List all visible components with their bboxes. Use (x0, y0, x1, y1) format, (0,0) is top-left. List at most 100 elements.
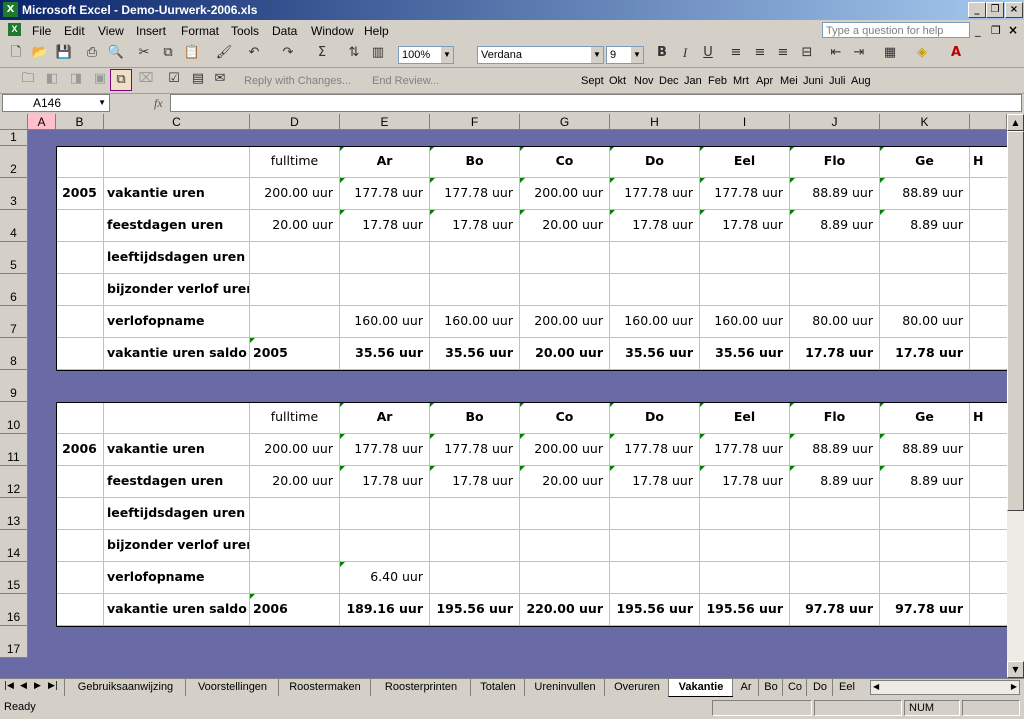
sheet-tab-ureninvullen[interactable]: Ureninvullen (524, 679, 605, 696)
help-search-input[interactable]: Type a question for help (822, 22, 970, 38)
autosum-icon[interactable]: Σ (312, 43, 332, 63)
show-comment-icon[interactable]: ▣ (90, 69, 110, 89)
cell[interactable]: 2005 (250, 338, 340, 370)
sheet-tab-ar[interactable]: Ar (732, 679, 759, 696)
cell[interactable] (340, 242, 430, 274)
cell[interactable] (56, 210, 104, 242)
cell[interactable] (430, 274, 520, 306)
zoom-select[interactable]: 100% ▼ (398, 46, 454, 64)
cell[interactable]: 177.78 uur (610, 434, 700, 466)
font-size-select[interactable]: 9 ▼ (606, 46, 644, 64)
sort-ascending-icon[interactable]: ⇅ (344, 43, 364, 63)
cell[interactable] (56, 402, 104, 434)
sheet-tab-gebruiksaanwijzing[interactable]: Gebruiksaanwijzing (64, 679, 186, 696)
cell[interactable]: 160.00 uur (340, 306, 430, 338)
cell[interactable]: 177.78 uur (700, 434, 790, 466)
align-center-icon[interactable]: ≡ (750, 43, 770, 63)
cell[interactable]: Flo (790, 402, 880, 434)
cell[interactable] (970, 498, 1007, 530)
cell[interactable]: Flo (790, 146, 880, 178)
cell[interactable]: verlofopname (104, 562, 250, 594)
cell[interactable]: 80.00 uur (790, 306, 880, 338)
col-header-g[interactable]: G (520, 114, 610, 130)
month-mei-button[interactable]: Mei (780, 75, 798, 87)
col-header-d[interactable]: D (250, 114, 340, 130)
cell[interactable]: 2006 (56, 434, 104, 466)
row-header-15[interactable]: 15 (0, 562, 28, 594)
cell[interactable]: 2005 (56, 178, 104, 210)
row-header-4[interactable]: 4 (0, 210, 28, 242)
borders-icon[interactable]: ▦ (880, 43, 900, 63)
cell[interactable] (610, 498, 700, 530)
cell[interactable]: 17.78 uur (430, 466, 520, 498)
increase-indent-icon[interactable]: ⇥ (849, 43, 869, 63)
cell[interactable]: 97.78 uur (880, 594, 970, 626)
cell[interactable]: 97.78 uur (790, 594, 880, 626)
cell[interactable]: vakantie uren (104, 178, 250, 210)
cell[interactable] (104, 146, 250, 178)
cell[interactable]: 35.56 uur (340, 338, 430, 370)
fill-color-icon[interactable]: ◈ (912, 43, 932, 63)
cell[interactable]: 195.56 uur (430, 594, 520, 626)
cell[interactable]: 177.78 uur (610, 178, 700, 210)
doc-close-button[interactable]: × (1008, 23, 1018, 37)
cell[interactable] (970, 210, 1007, 242)
cell[interactable] (880, 242, 970, 274)
row-header-12[interactable]: 12 (0, 466, 28, 498)
cell[interactable]: Co (520, 402, 610, 434)
cell[interactable] (610, 562, 700, 594)
cell[interactable]: 160.00 uur (610, 306, 700, 338)
cell[interactable] (880, 274, 970, 306)
cell[interactable]: Ge (880, 146, 970, 178)
sheet-tab-roostermaken[interactable]: Roostermaken (278, 679, 371, 696)
cell[interactable] (340, 498, 430, 530)
cell[interactable] (430, 562, 520, 594)
doc-minimize-button[interactable]: _ (975, 24, 981, 37)
paste-icon[interactable]: 📋 (182, 43, 202, 63)
cell[interactable]: Eel (700, 402, 790, 434)
month-juli-button[interactable]: Juli (829, 75, 846, 87)
cell[interactable] (56, 242, 104, 274)
cell[interactable]: 17.78 uur (610, 466, 700, 498)
cell[interactable] (970, 530, 1007, 562)
cell[interactable]: 88.89 uur (880, 178, 970, 210)
cell[interactable]: bijzonder verlof uren (104, 530, 250, 562)
menu-data[interactable]: Data (272, 24, 297, 38)
cell[interactable]: feestdagen uren (104, 210, 250, 242)
cell[interactable]: 8.89 uur (790, 466, 880, 498)
horizontal-scrollbar[interactable]: ◀ ▶ (870, 680, 1020, 695)
row-header-10[interactable]: 10 (0, 402, 28, 434)
new-comment-icon[interactable]: 🗀 (18, 69, 38, 89)
save-icon[interactable]: 💾 (54, 43, 74, 63)
row-header-17[interactable]: 17 (0, 626, 28, 658)
cell[interactable]: 220.00 uur (520, 594, 610, 626)
cell[interactable]: Ar (340, 402, 430, 434)
format-painter-icon[interactable]: 🖌 (214, 43, 234, 63)
cell[interactable]: 200.00 uur (520, 306, 610, 338)
cell[interactable] (56, 146, 104, 178)
cell[interactable] (970, 306, 1007, 338)
cell[interactable] (104, 402, 250, 434)
cell[interactable]: Ge (880, 402, 970, 434)
cell[interactable] (700, 562, 790, 594)
cell[interactable]: 8.89 uur (880, 466, 970, 498)
cell[interactable]: 88.89 uur (790, 178, 880, 210)
cell[interactable]: 177.78 uur (340, 178, 430, 210)
row-header-8[interactable]: 8 (0, 338, 28, 370)
sheet-tab-overuren[interactable]: Overuren (604, 679, 669, 696)
cell[interactable] (970, 274, 1007, 306)
row-header-1[interactable]: 1 (0, 130, 28, 146)
menu-format[interactable]: Format (181, 24, 219, 38)
sheet-tab-eel[interactable]: Eel (832, 679, 861, 696)
reply-with-changes-button[interactable]: Reply with Changes... (244, 75, 351, 87)
next-sheet-icon[interactable]: ▶ (34, 681, 41, 691)
new-icon[interactable]: 🗋 (6, 43, 26, 63)
cell[interactable] (520, 562, 610, 594)
cell[interactable]: 200.00 uur (520, 178, 610, 210)
cell[interactable]: Ar (340, 146, 430, 178)
delete-comment-icon[interactable]: ⌧ (136, 69, 156, 89)
cell[interactable] (790, 242, 880, 274)
cell[interactable]: 88.89 uur (790, 434, 880, 466)
show-all-comments-icon[interactable]: ⧉ (110, 69, 132, 91)
cell[interactable] (56, 562, 104, 594)
